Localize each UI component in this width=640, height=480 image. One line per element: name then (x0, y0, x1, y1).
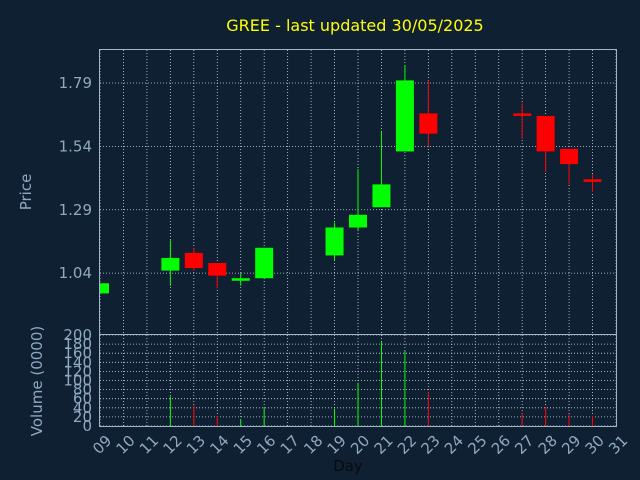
stock-chart: GREE - last updated 30/05/2025 1.04 1.29 1… (0, 0, 640, 480)
price-tick-label: 1.79 (59, 74, 92, 92)
price-axis-label: Price (17, 174, 35, 211)
candle-body (349, 214, 367, 228)
candle-body (536, 115, 555, 152)
candle-body (325, 227, 344, 256)
candle-body (372, 184, 391, 208)
candle-body (513, 113, 532, 116)
candle-body (161, 257, 180, 271)
price-tick-label: 1.29 (59, 201, 92, 219)
candle-body (231, 278, 250, 281)
chart-title: GREE - last updated 30/05/2025 (226, 16, 483, 35)
candle-body (395, 80, 414, 152)
price-tick-label: 1.04 (59, 264, 92, 282)
candle-body (100, 283, 109, 294)
candle-body (583, 179, 602, 182)
x-axis-label: Day (333, 457, 363, 475)
price-tick-label: 1.54 (59, 137, 92, 155)
volume-axis-label: Volume (0000) (28, 326, 46, 436)
candle-body (184, 252, 203, 269)
x-axis-ticks: 0910111213141516171819202122232425262728… (89, 432, 631, 458)
candle-body (560, 148, 579, 165)
candle-body (208, 263, 227, 276)
candle-body (255, 247, 274, 279)
volume-tick-label: 200 (63, 326, 92, 344)
candle-body (419, 113, 438, 134)
